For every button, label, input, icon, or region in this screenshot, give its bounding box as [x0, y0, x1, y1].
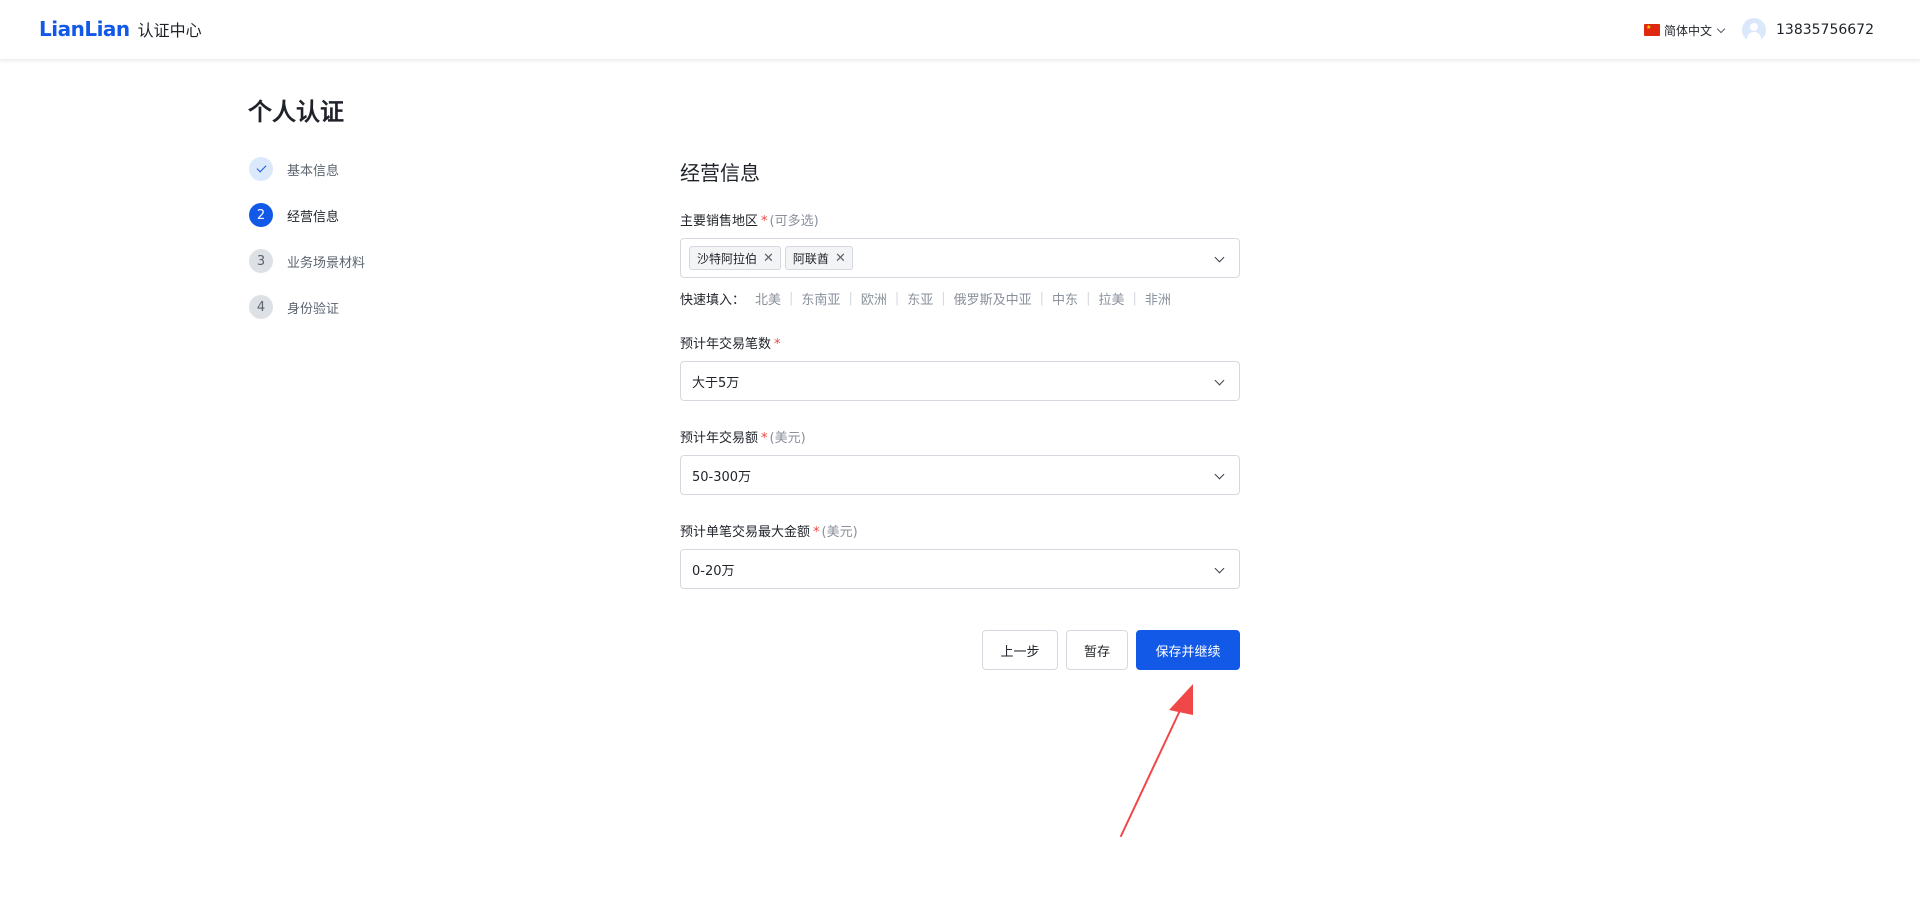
regions-label: 主要销售地区 * (可多选) — [680, 210, 819, 229]
quick-fill-middle-east[interactable]: 中东 — [1052, 289, 1078, 308]
check-icon — [256, 162, 266, 173]
quick-fill-latin-america[interactable]: 拉美 — [1098, 289, 1124, 308]
step-number: 2 — [249, 203, 273, 227]
close-icon[interactable]: ✕ — [763, 252, 774, 265]
separator: | — [1086, 291, 1091, 306]
quick-fill: 快速填入： 北美 | 东南亚 | 欧洲 | 东亚 | 俄罗斯及中亚 | 中东 |… — [680, 289, 1171, 308]
annual-count-select[interactable]: 大于5万 — [680, 361, 1240, 401]
language-selector[interactable]: 简体中文 — [1644, 22, 1726, 39]
chevron-down-icon — [1214, 563, 1225, 574]
separator: | — [1132, 291, 1137, 306]
required-mark: * — [774, 337, 781, 352]
label-text: 主要销售地区 — [680, 214, 759, 229]
annual-amount-select[interactable]: 50-300万 — [680, 455, 1240, 495]
step-label: 业务场景材料 — [287, 255, 366, 271]
max-single-label: 预计单笔交易最大金额 * (美元) — [680, 521, 858, 540]
step-basic-info[interactable]: 基本信息 — [249, 157, 365, 181]
select-value: 50-300万 — [692, 469, 752, 485]
page-title: 个人认证 — [248, 98, 344, 126]
label-hint: (可多选) — [769, 214, 819, 229]
regions-multiselect[interactable]: 沙特阿拉伯 ✕ 阿联酋 ✕ — [680, 238, 1240, 278]
label-hint: (美元) — [821, 525, 858, 540]
separator: | — [789, 291, 794, 306]
max-single-select[interactable]: 0-20万 — [680, 549, 1240, 589]
annual-amount-label: 预计年交易额 * (美元) — [680, 427, 806, 446]
brand[interactable]: LianLian 认证中心 — [39, 17, 202, 41]
step-number: 3 — [249, 249, 273, 273]
chevron-down-icon — [1214, 469, 1225, 480]
chevron-down-icon — [1716, 24, 1726, 33]
separator: | — [894, 291, 900, 306]
quick-fill-russia-central-asia[interactable]: 俄罗斯及中亚 — [954, 289, 1032, 308]
label-hint: (美元) — [769, 431, 806, 446]
save-continue-button[interactable]: 保存并继续 — [1136, 630, 1240, 670]
separator: | — [941, 291, 946, 306]
quick-fill-label: 快速填入： — [680, 293, 746, 308]
section-title: 经营信息 — [680, 161, 760, 185]
select-value: 0-20万 — [692, 563, 735, 579]
brand-logo: LianLian — [39, 17, 130, 41]
quick-fill-east-asia[interactable]: 东亚 — [907, 289, 933, 308]
quick-fill-north-america[interactable]: 北美 — [755, 289, 781, 308]
label-text: 预计年交易笔数 — [680, 337, 772, 352]
header-right: 简体中文 13835756672 — [1644, 18, 1874, 42]
language-label: 简体中文 — [1664, 23, 1713, 38]
annual-count-label: 预计年交易笔数 * — [680, 333, 781, 352]
tag-label: 阿联酋 — [792, 251, 829, 266]
china-flag-icon — [1644, 24, 1660, 36]
steps-nav: 基本信息 2 经营信息 3 业务场景材料 4 身份验证 — [249, 157, 365, 341]
region-tag: 阿联酋 ✕ — [784, 246, 853, 270]
arrow-shaft — [1120, 703, 1184, 837]
close-icon[interactable]: ✕ — [835, 252, 846, 265]
region-tag: 沙特阿拉伯 ✕ — [689, 246, 781, 270]
step-label: 经营信息 — [287, 209, 340, 225]
select-value: 大于5万 — [692, 375, 740, 391]
label-text: 预计单笔交易最大金额 — [680, 525, 811, 540]
required-mark: * — [813, 525, 820, 540]
required-mark: * — [761, 431, 768, 446]
step-business-info[interactable]: 2 经营信息 — [249, 203, 365, 227]
step-identity-verification[interactable]: 4 身份验证 — [249, 295, 365, 319]
quick-fill-southeast-asia[interactable]: 东南亚 — [801, 289, 840, 308]
tag-label: 沙特阿拉伯 — [697, 251, 758, 266]
step-done-circle — [249, 157, 273, 181]
chevron-down-icon — [1214, 375, 1225, 386]
separator: | — [1039, 291, 1045, 306]
chevron-down-icon — [1214, 252, 1225, 263]
prev-step-button[interactable]: 上一步 — [982, 630, 1058, 670]
brand-subtitle: 认证中心 — [137, 21, 202, 40]
label-text: 预计年交易额 — [680, 431, 759, 446]
step-label: 身份验证 — [287, 301, 340, 317]
step-number: 4 — [249, 295, 273, 319]
quick-fill-europe[interactable]: 欧洲 — [861, 289, 887, 308]
user-avatar-icon[interactable] — [1742, 18, 1767, 42]
save-draft-button[interactable]: 暂存 — [1066, 630, 1128, 670]
top-header: LianLian 认证中心 简体中文 13835756672 — [0, 0, 1920, 60]
quick-fill-africa[interactable]: 非洲 — [1145, 289, 1171, 308]
step-label: 基本信息 — [287, 163, 340, 179]
arrow-head — [1169, 684, 1193, 715]
user-phone[interactable]: 13835756672 — [1776, 22, 1874, 38]
required-mark: * — [761, 214, 768, 229]
separator: | — [848, 291, 853, 306]
step-business-materials[interactable]: 3 业务场景材料 — [249, 249, 365, 273]
